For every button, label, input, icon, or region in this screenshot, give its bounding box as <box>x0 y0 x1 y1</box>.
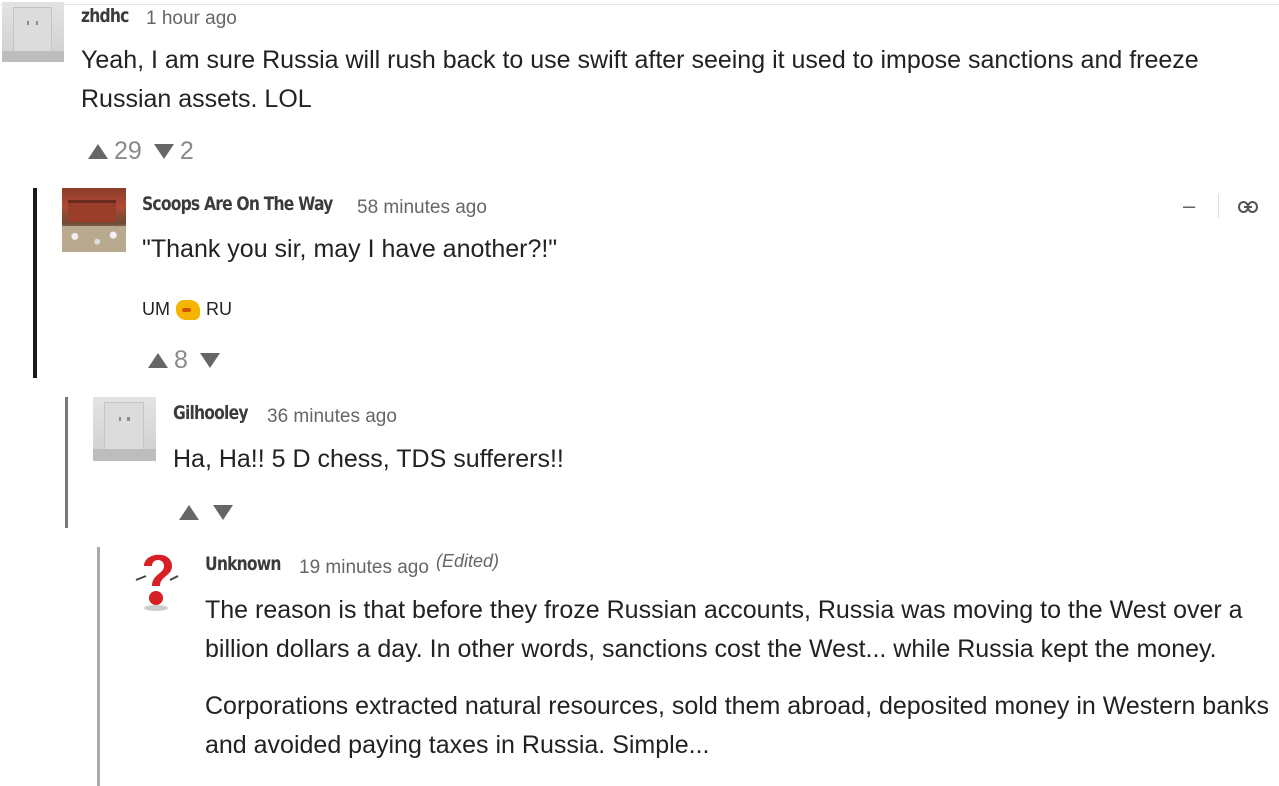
link-icon[interactable] <box>1238 200 1258 214</box>
upvote-icon[interactable] <box>148 353 168 368</box>
edited-label: (Edited) <box>436 551 500 571</box>
comment-body: The reason is that before they froze Rus… <box>205 596 1243 663</box>
downvote-icon[interactable] <box>213 505 233 520</box>
comment-body: Yeah, I am sure Russia will rush back to… <box>81 46 1199 113</box>
comment-body: Ha, Ha!! 5 D chess, TDS sufferers!! <box>173 445 564 473</box>
author-name[interactable]: Gilhooley <box>173 402 248 424</box>
timestamp[interactable]: 19 minutes ago <box>299 557 429 579</box>
author-name[interactable]: Scoops Are On The Way <box>142 193 333 215</box>
thread-line[interactable] <box>97 547 100 786</box>
thread-line[interactable] <box>65 397 68 528</box>
flag-line: UM RU <box>142 299 232 320</box>
author-name[interactable]: zhdhc <box>81 5 129 27</box>
vote-bar: 29 2 <box>88 137 206 166</box>
upvote-count: 8 <box>174 346 188 374</box>
avatar[interactable] <box>62 188 126 252</box>
timestamp[interactable]: 58 minutes ago <box>357 197 487 219</box>
vote-bar <box>179 505 233 520</box>
timestamp[interactable]: 36 minutes ago <box>267 406 397 428</box>
vote-bar: 8 <box>148 346 220 375</box>
question-mark-avatar[interactable] <box>126 546 188 612</box>
flag-code-left: UM <box>142 299 170 319</box>
upvote-icon[interactable] <box>179 505 199 520</box>
collapse-icon[interactable]: – <box>1183 193 1195 219</box>
timestamp[interactable]: 1 hour ago <box>146 8 237 30</box>
author-name[interactable]: Unknown <box>205 553 281 575</box>
top-divider <box>0 4 1279 5</box>
upvote-count: 29 <box>114 137 142 165</box>
downvote-count: 2 <box>179 137 194 165</box>
oncoming-fist-icon <box>176 299 200 320</box>
avatar[interactable] <box>93 397 156 461</box>
divider <box>1218 194 1219 218</box>
downvote-icon[interactable] <box>199 353 220 368</box>
flag-code-right: RU <box>206 299 232 319</box>
downvote-icon[interactable] <box>153 144 174 159</box>
comment-body: "Thank you sir, may I have another?!" <box>142 235 558 263</box>
upvote-icon[interactable] <box>88 144 108 159</box>
thread-line[interactable] <box>33 188 37 378</box>
comment-body-2: Corporations extracted natural resources… <box>205 692 1270 759</box>
avatar[interactable] <box>2 2 64 62</box>
